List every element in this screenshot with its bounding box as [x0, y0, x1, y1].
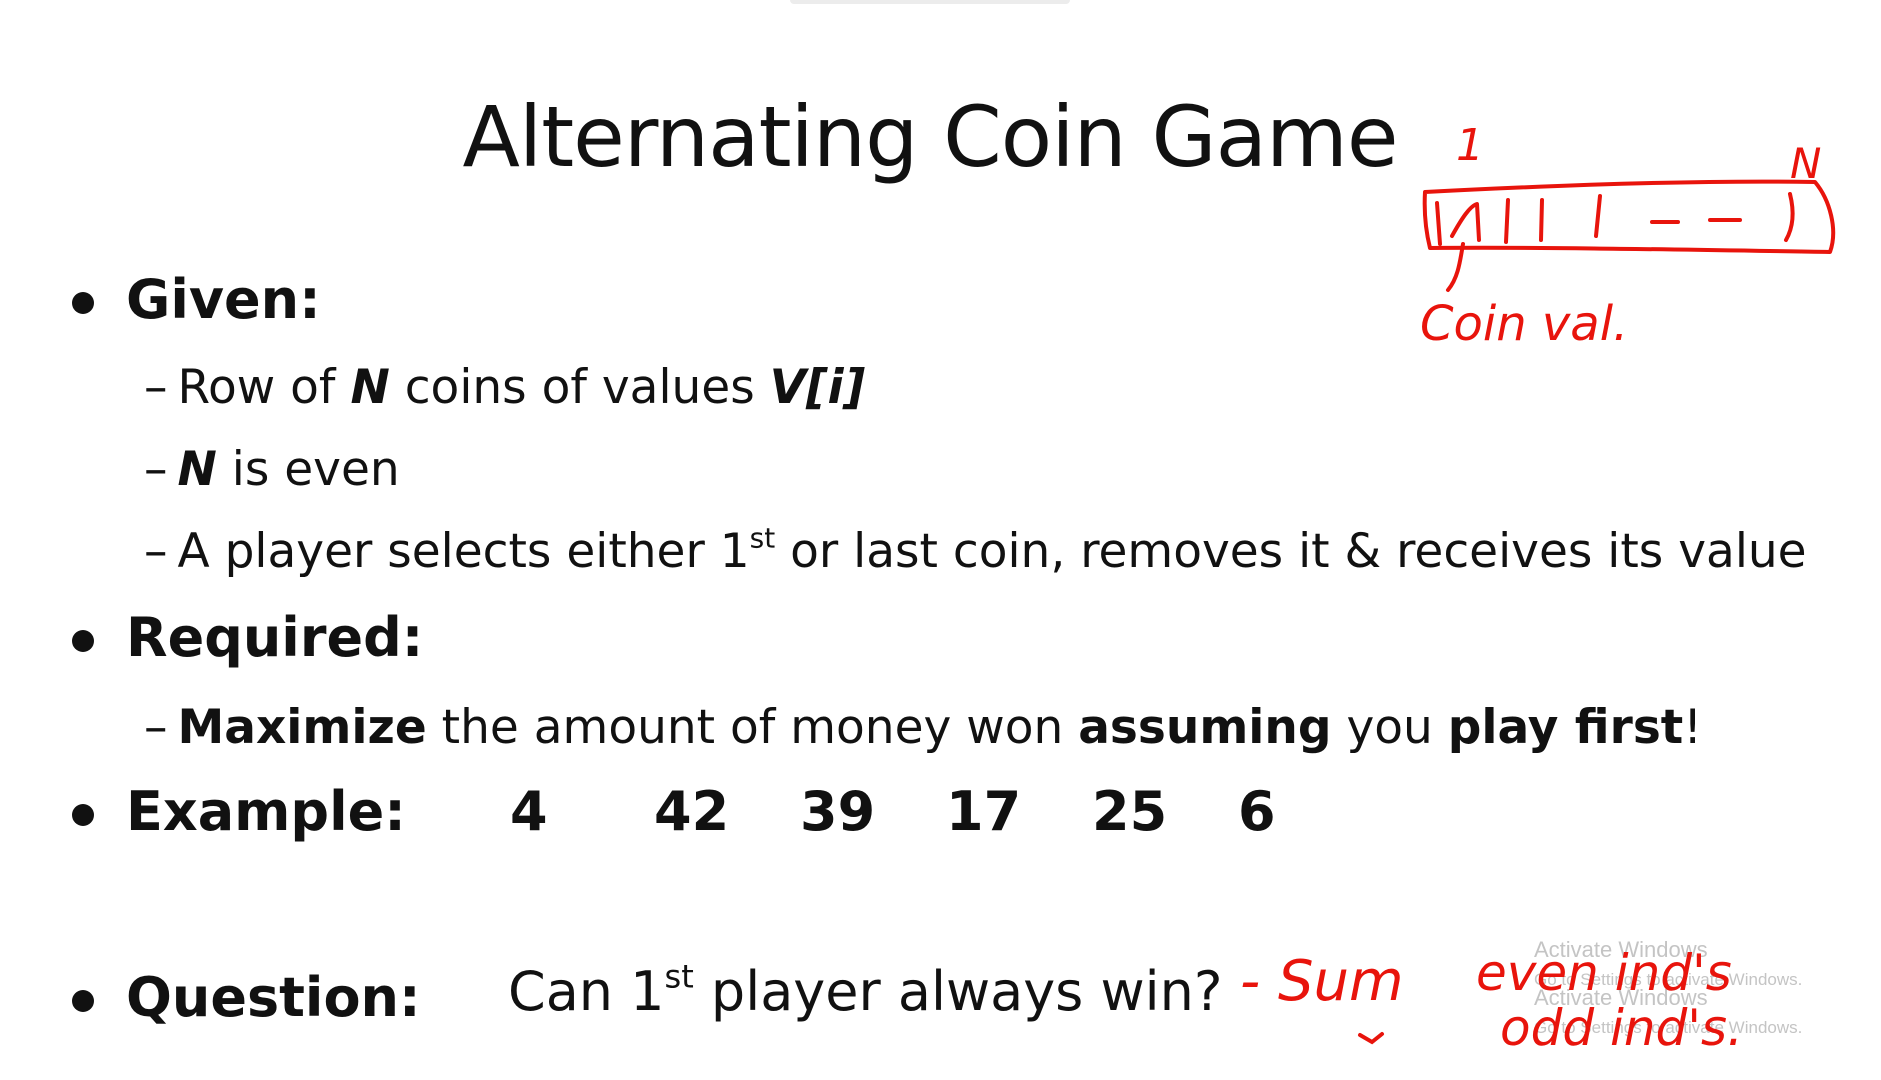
ink-array-cell-5 — [1594, 194, 1602, 238]
ink-sum: - Sum — [1240, 949, 1404, 1014]
ink-coin-val: Coin val. — [1420, 296, 1628, 352]
ink-label-1: 1 — [1456, 120, 1484, 171]
ink-array-cell-1 — [1435, 201, 1442, 246]
ink-annotations: 1 N Coin val. - Sum even ind's odd ind's… — [1240, 120, 1836, 1057]
ink-array-cell-2 — [1450, 202, 1481, 242]
ink-tick-mark — [1358, 1032, 1384, 1045]
ink-label-n: N — [1790, 139, 1821, 188]
ink-odd-inds: odd ind's. — [1500, 999, 1743, 1057]
ink-array-cell-last — [1784, 192, 1795, 242]
ink-array-cell-4 — [1539, 198, 1544, 242]
ink-pointer-line — [1446, 242, 1465, 292]
ink-array-cell-3 — [1504, 198, 1510, 244]
ink-even-inds: even ind's — [1476, 944, 1732, 1002]
ink-array-box — [1422, 179, 1836, 254]
